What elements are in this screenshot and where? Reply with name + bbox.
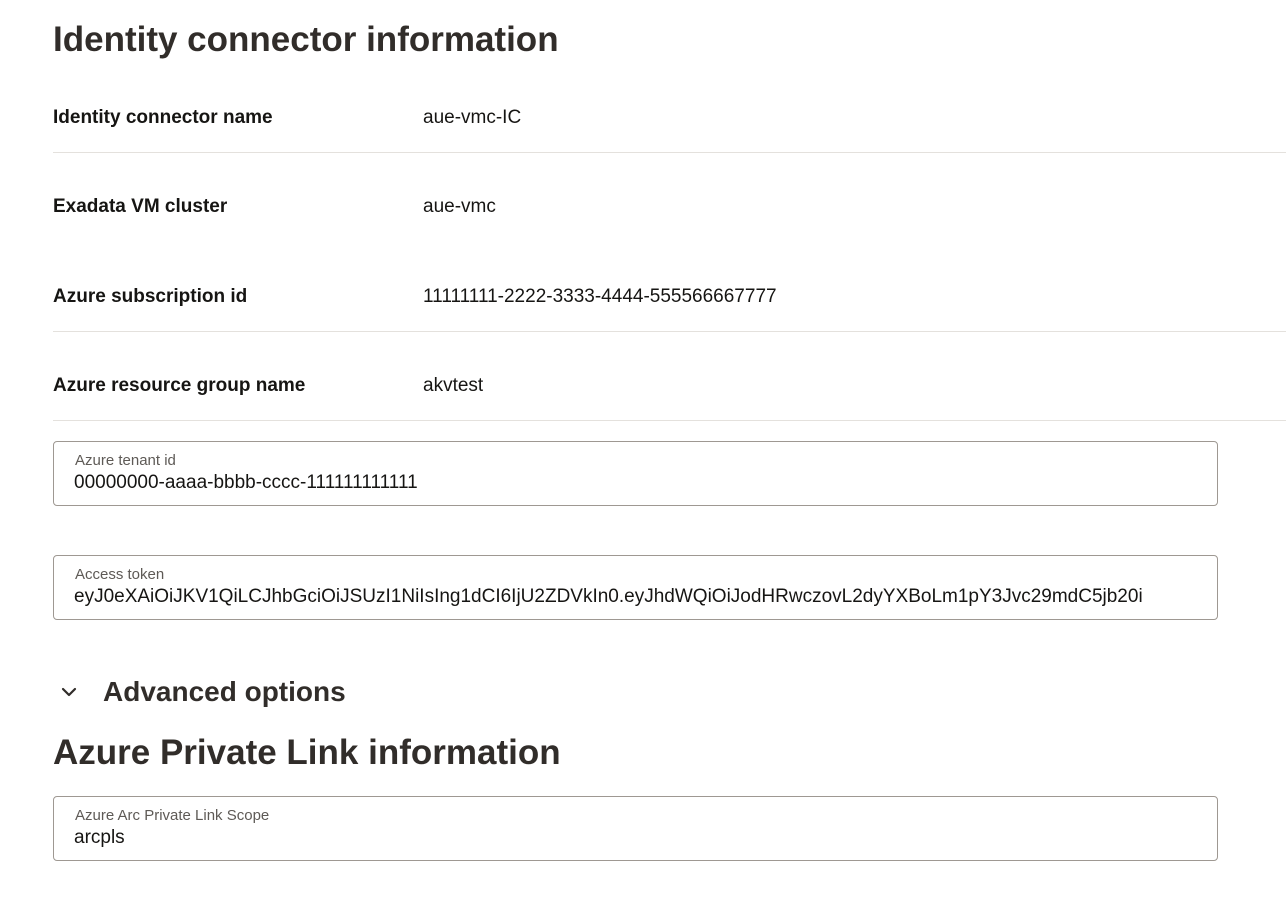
tenant-id-input[interactable] xyxy=(74,472,1204,494)
identity-connector-page: Identity connector information Identity … xyxy=(0,0,1286,898)
info-row-vm-cluster: Exadata VM cluster aue-vmc xyxy=(53,153,1286,241)
row-value: aue-vmc-IC xyxy=(423,107,522,128)
row-label: Azure resource group name xyxy=(53,375,306,396)
access-token-input[interactable] xyxy=(74,586,1204,608)
chevron-down-icon[interactable] xyxy=(55,678,83,706)
row-divider xyxy=(53,420,1286,421)
arc-private-link-scope-input[interactable] xyxy=(74,827,1204,849)
arc-private-link-scope-label: Azure Arc Private Link Scope xyxy=(75,807,270,824)
info-row-resource-group: Azure resource group name akvtest xyxy=(53,332,1286,421)
tenant-id-label: Azure tenant id xyxy=(75,452,176,469)
info-row-connector-name: Identity connector name aue-vmc-IC xyxy=(53,64,1286,153)
private-link-section-title: Azure Private Link information xyxy=(53,733,561,772)
advanced-options-label[interactable]: Advanced options xyxy=(103,676,346,708)
arc-private-link-scope-field[interactable]: Azure Arc Private Link Scope xyxy=(53,796,1218,861)
row-label: Identity connector name xyxy=(53,107,273,128)
advanced-options-toggle[interactable]: Advanced options xyxy=(55,670,346,714)
tenant-id-field[interactable]: Azure tenant id xyxy=(53,441,1218,506)
access-token-label: Access token xyxy=(75,566,165,583)
row-value: 11111111-2222-3333-4444-555566667777 xyxy=(423,286,777,307)
row-label: Azure subscription id xyxy=(53,286,248,307)
access-token-field[interactable]: Access token xyxy=(53,555,1218,620)
row-label: Exadata VM cluster xyxy=(53,196,228,217)
identity-section-title: Identity connector information xyxy=(53,20,559,59)
row-value: aue-vmc xyxy=(423,196,496,217)
info-row-subscription-id: Azure subscription id 11111111-2222-3333… xyxy=(53,243,1286,332)
row-value: akvtest xyxy=(423,375,484,396)
